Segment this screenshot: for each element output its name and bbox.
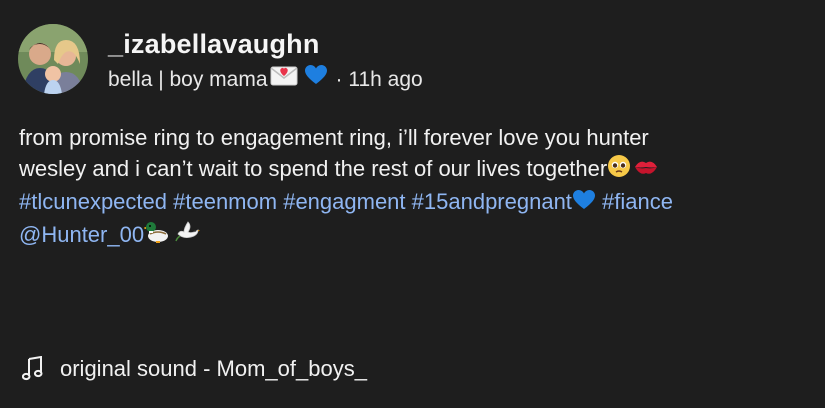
hashtag-link[interactable]: #engagment	[283, 189, 405, 214]
caption: from promise ring to engagement ring, i’…	[19, 122, 809, 252]
sound-label: original sound - Mom_of_boys_	[60, 356, 367, 381]
pleading-face-icon	[607, 154, 631, 186]
duck-icon	[143, 220, 170, 252]
post-time: · 11h ago	[335, 67, 423, 91]
caption-mention-line: @Hunter_00	[19, 219, 809, 252]
love-letter-icon	[270, 64, 298, 95]
hashtag-link[interactable]: #tlcunexpected	[19, 189, 167, 214]
username[interactable]: _izabellavaughn	[108, 28, 423, 60]
post-header: _izabellavaughn bella | boy mama · 11h a…	[18, 24, 423, 95]
caption-line-2: wesley and i can’t wait to spend the res…	[19, 153, 809, 186]
dove-icon	[174, 220, 201, 252]
hashtag-link[interactable]: #fiance	[602, 189, 673, 214]
caption-hashtags-line: #tlcunexpected #teenmom #engagment #15an…	[19, 186, 809, 219]
author-subline: bella | boy mama · 11h ago	[108, 64, 423, 95]
kiss-mark-icon	[633, 155, 659, 186]
caption-line-1: from promise ring to engagement ring, i’…	[19, 125, 649, 150]
mention-link[interactable]: @Hunter_00	[19, 222, 144, 247]
blue-heart-icon	[304, 64, 328, 95]
blue-heart-icon	[572, 188, 596, 219]
display-name: bella | boy mama	[108, 67, 268, 91]
hashtag-link[interactable]: #teenmom	[173, 189, 277, 214]
sound-link[interactable]: original sound - Mom_of_boys_	[21, 355, 367, 382]
avatar[interactable]	[18, 24, 88, 94]
caption-text: wesley and i can’t wait to spend the res…	[19, 156, 608, 181]
music-note-icon	[21, 355, 44, 382]
hashtag-link[interactable]: #15andpregnant	[412, 189, 572, 214]
